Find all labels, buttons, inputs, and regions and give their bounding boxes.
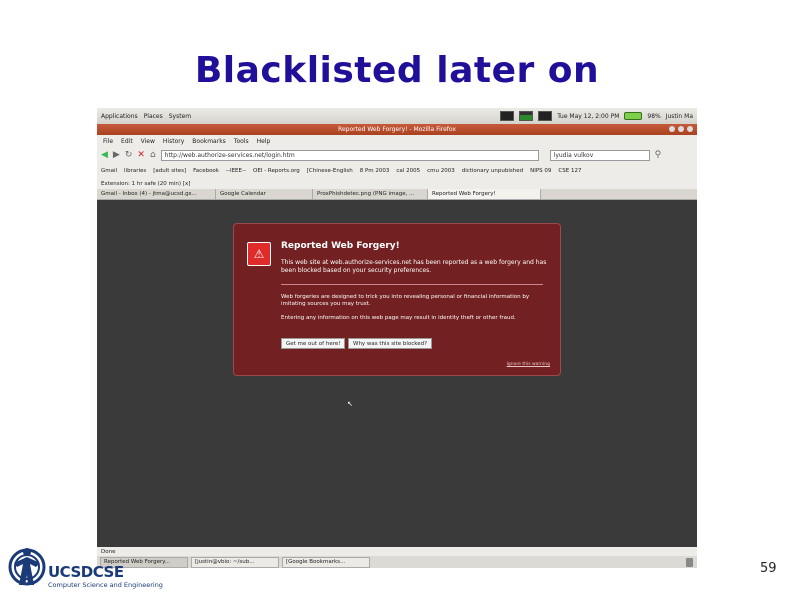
search-input[interactable]: lyudia vulkov [549,150,650,161]
bookmark-item[interactable]: --IEEE-- [226,168,246,174]
tab-reported-forgery[interactable]: Reported Web Forgery! [428,189,541,199]
forward-icon[interactable]: ▶ [113,151,120,160]
browser-status-bar: Done [97,547,697,556]
system-menu[interactable]: System [169,113,191,120]
close-icon[interactable] [687,126,693,132]
url-bar[interactable]: http://web.authorize-services.net/login.… [160,150,539,161]
home-icon[interactable]: ⌂ [150,151,156,160]
slide-title: Blacklisted later on [194,50,600,91]
bookmark-item[interactable]: cal 2005 [396,168,420,174]
bookmark-item[interactable]: CSE 127 [558,168,581,174]
menu-history[interactable]: History [163,138,184,145]
menu-tools[interactable]: Tools [234,138,249,145]
warning-paragraph-2: Entering any information on this web pag… [281,315,516,321]
tab-calendar[interactable]: Google Calendar [216,189,313,199]
screenshot: Applications Places System Tue May 12, 2… [97,108,697,568]
globe-figure-icon [8,548,46,586]
system-monitor-icon [500,111,515,121]
bookmark-item[interactable]: Gmail [101,168,117,174]
window-titlebar[interactable]: Reported Web Forgery! - Mozilla Firefox [97,124,697,135]
network-graph-icon [538,111,553,121]
task-google[interactable]: [Google Bookmarks... [282,556,370,568]
stop-icon[interactable]: ✕ [137,151,145,160]
page-content: ⚠ Reported Web Forgery! This web site at… [97,200,697,547]
extension-status: Extension: 1 hr safe (20 min) [x] [97,178,697,189]
divider [281,284,543,285]
warning-paragraph-1: Web forgeries are designed to trick you … [281,294,530,307]
cpu-graph-icon [519,111,534,121]
gnome-top-panel: Applications Places System Tue May 12, 2… [97,108,697,124]
ucsd-cse-logo: UCSDCSE Computer Science and Engineering [8,543,163,591]
back-icon[interactable]: ◀ [101,151,108,160]
applications-menu[interactable]: Applications [101,113,138,120]
ignore-warning-link[interactable]: Ignore this warning [507,362,550,367]
window-title: Reported Web Forgery! - Mozilla Firefox [338,126,456,133]
battery-level: 98% [647,112,661,120]
user-menu[interactable]: Justin Ma [666,113,693,120]
logo-subtitle: Computer Science and Engineering [48,581,163,589]
warning-description: This web site at web.authorize-services.… [281,259,547,274]
battery-icon [624,112,643,120]
bookmark-item[interactable]: [Chinese-English [307,168,353,174]
bookmark-item[interactable]: OEI - Reports.org [253,168,300,174]
bookmark-item[interactable]: cmu 2003 [427,168,455,174]
tab-gmail[interactable]: Gmail - Inbox (4) - jtma@ucsd.gs... [97,189,216,199]
bottom-panel: Reported Web Forgery... [justin@vbio: ~/… [97,556,697,568]
reload-icon[interactable]: ↻ [125,151,133,160]
bookmark-item[interactable]: 8 Pm 2003 [360,168,390,174]
minimize-icon[interactable] [669,126,675,132]
tab-image[interactable]: ProxPhishdetec.png (PNG image, ... [313,189,428,199]
page-number: 59 [760,561,777,576]
search-icon[interactable]: ⚲ [655,151,662,160]
bookmark-item[interactable]: libraries [124,168,146,174]
bookmark-item[interactable]: NIPS 09 [530,168,551,174]
menu-file[interactable]: File [103,138,113,145]
maximize-icon[interactable] [678,126,684,132]
trash-icon[interactable] [686,557,693,567]
forgery-warning-panel: ⚠ Reported Web Forgery! This web site at… [233,223,561,376]
bookmark-item[interactable]: Facebook [193,168,219,174]
menu-help[interactable]: Help [257,138,271,145]
get-me-out-button[interactable]: Get me out of here! [281,338,346,349]
menu-bookmarks[interactable]: Bookmarks [192,138,226,145]
menu-edit[interactable]: Edit [121,138,133,145]
bookmark-item[interactable]: [adult sites] [153,168,186,174]
mouse-cursor-icon: ↖ [347,400,353,408]
menu-view[interactable]: View [141,138,155,145]
places-menu[interactable]: Places [144,113,163,120]
warning-heading: Reported Web Forgery! [281,241,400,251]
clock[interactable]: Tue May 12, 2:00 PM [557,113,619,120]
forgery-warning-icon: ⚠ [247,242,271,266]
task-terminal[interactable]: [justin@vbio: ~/sub... [191,556,279,568]
bookmarks-toolbar: Gmail libraries [adult sites] Facebook -… [97,164,697,178]
why-blocked-button[interactable]: Why was this site blocked? [348,338,433,349]
bookmark-item[interactable]: dictionary unpubished [462,168,523,174]
logo-wordmark: UCSDCSE [48,563,124,581]
menu-bar: File Edit View History Bookmarks Tools H… [97,135,697,147]
navigation-toolbar: ◀ ▶ ↻ ✕ ⌂ http://web.authorize-services.… [97,147,697,164]
tab-strip: Gmail - Inbox (4) - jtma@ucsd.gs... Goog… [97,189,697,200]
